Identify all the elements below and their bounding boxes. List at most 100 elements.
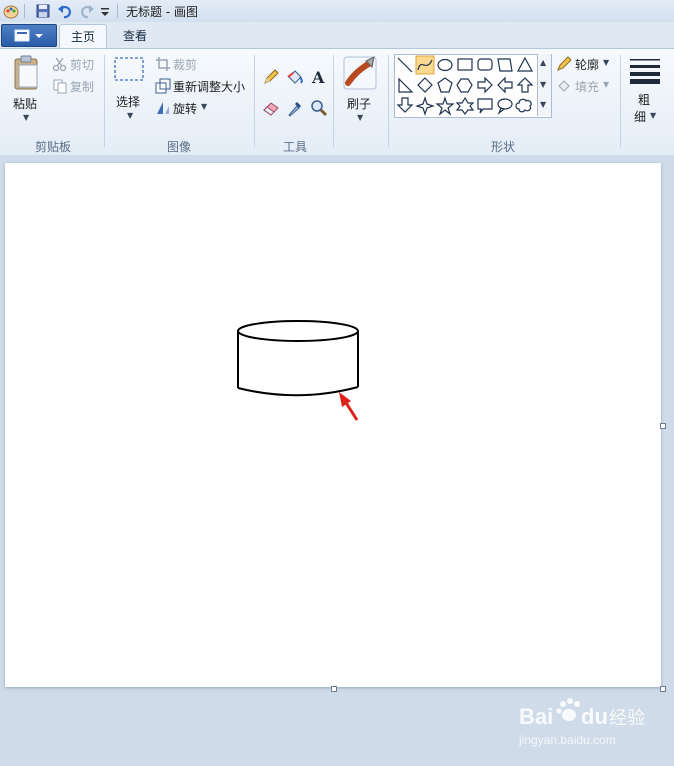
up-arrow-shape-icon[interactable] <box>516 77 534 93</box>
group-separator <box>254 55 255 147</box>
red-annotation-arrow-icon <box>339 392 359 421</box>
tab-view[interactable]: 查看 <box>112 24 158 48</box>
pencil-icon <box>264 69 279 84</box>
diamond-shape-icon[interactable] <box>417 77 433 93</box>
tools-group-label: 工具 <box>282 140 307 154</box>
eraser-icon <box>263 102 279 116</box>
image-group-label: 图像 <box>166 140 191 154</box>
select-label: 选择 <box>116 95 141 109</box>
title-separator <box>117 4 118 18</box>
five-point-star-shape-icon[interactable] <box>435 96 455 116</box>
ribbon-tab-row: 主页 查看 <box>0 22 674 49</box>
right-arrow-shape-icon[interactable] <box>477 76 493 94</box>
polygon-shape-icon[interactable] <box>497 58 513 72</box>
eraser-tool[interactable] <box>260 97 282 119</box>
ribbon: 粘贴 ▼ 剪切 复制 剪贴板 选择 ▼ 裁剪 重新调整大小 旋转 ▼ 图像 A … <box>0 48 674 156</box>
crop-icon <box>156 57 170 71</box>
cloud-callout-shape-icon[interactable] <box>515 98 532 113</box>
size-dropdown-arrow: ▼ <box>650 111 657 120</box>
outline-dropdown-arrow: ▼ <box>603 58 610 67</box>
right-triangle-shape-icon[interactable] <box>398 77 414 93</box>
resize-button[interactable]: 重新调整大小 <box>155 78 250 96</box>
watermark-jingyan-text: 经验 <box>609 708 645 729</box>
watermark-brand-text-2: du <box>581 704 608 729</box>
scroll-up-icon[interactable]: ▲ <box>540 58 546 67</box>
brushes-button[interactable]: 刷子 ▼ <box>340 53 382 129</box>
size-label-line1: 粗 <box>638 93 651 107</box>
hexagon-shape-icon[interactable] <box>456 78 473 93</box>
color-picker-tool[interactable] <box>284 97 306 119</box>
pentagon-shape-icon[interactable] <box>437 77 453 93</box>
canvas-drawing <box>237 320 359 421</box>
shapes-gallery <box>394 54 552 118</box>
triangle-shape-icon[interactable] <box>516 56 534 72</box>
oval-callout-shape-icon[interactable] <box>497 98 513 115</box>
fill-bucket-icon <box>558 80 570 92</box>
size-label-line2: 细 <box>634 110 647 124</box>
pencil-tool[interactable] <box>260 66 282 88</box>
group-separator <box>620 55 621 147</box>
window-title: 无标题 - 画图 <box>126 5 198 19</box>
fill-button[interactable]: 填充 ▼ <box>556 78 614 96</box>
canvas-resize-handle-corner[interactable] <box>660 686 666 692</box>
cylinder-drawing <box>237 320 359 397</box>
fill-tool[interactable] <box>284 66 306 88</box>
magnifier-tool[interactable] <box>308 97 330 119</box>
curve-shape-icon[interactable] <box>415 55 435 75</box>
outline-button[interactable]: 轮廓 ▼ <box>556 56 614 74</box>
fill-label: 填充 <box>575 80 600 94</box>
copy-icon <box>53 79 67 94</box>
copy-label: 复制 <box>70 80 95 94</box>
group-separator <box>388 55 389 147</box>
watermark-url-text: jingyan.baidu.com <box>518 733 616 747</box>
tab-home[interactable]: 主页 <box>59 24 107 49</box>
down-arrow-shape-icon[interactable] <box>396 97 414 113</box>
gallery-expand-icon[interactable]: ▼ <box>540 100 546 109</box>
scroll-down-icon[interactable]: ▼ <box>540 80 546 89</box>
svg-text:A: A <box>311 68 325 87</box>
shapes-gallery-scrollbar[interactable]: ▲ ▼ ▼ <box>537 54 551 116</box>
crop-label: 裁剪 <box>173 58 198 72</box>
four-point-star-shape-icon[interactable] <box>415 96 435 116</box>
redo-icon[interactable] <box>78 2 96 20</box>
clipboard-group-label: 剪贴板 <box>34 140 71 154</box>
resize-label: 重新调整大小 <box>173 80 246 94</box>
canvas-resize-handle-bottom[interactable] <box>331 686 337 692</box>
baidu-jingyan-watermark: Bai du 经验 jingyan.baidu.com <box>517 690 657 750</box>
eyedropper-icon <box>288 102 301 117</box>
copy-button[interactable]: 复制 <box>52 78 98 96</box>
select-dropdown-arrow: ▼ <box>127 111 134 120</box>
title-bar: 无标题 - 画图 <box>0 0 674 23</box>
rect-callout-shape-icon[interactable] <box>477 98 493 114</box>
paint-app-icon[interactable] <box>2 2 20 20</box>
rotate-dropdown-arrow: ▼ <box>201 102 208 111</box>
line-shape-icon[interactable] <box>397 57 413 73</box>
size-button[interactable]: 粗 细 ▼ <box>628 57 666 131</box>
cut-button[interactable]: 剪切 <box>52 56 98 74</box>
six-point-star-shape-icon[interactable] <box>455 96 475 115</box>
line-width-icon <box>630 59 660 84</box>
select-button[interactable]: 选择 ▼ <box>112 55 148 129</box>
rectangle-shape-icon[interactable] <box>457 58 473 71</box>
baidu-paw-icon <box>556 698 580 721</box>
canvas-resize-handle-right[interactable] <box>660 423 666 429</box>
text-tool[interactable]: A <box>308 66 330 88</box>
save-icon[interactable] <box>34 2 52 20</box>
group-separator <box>104 55 105 147</box>
paint-bucket-icon <box>287 70 303 84</box>
magnifier-icon <box>311 100 328 117</box>
oval-shape-icon[interactable] <box>437 58 453 72</box>
undo-icon[interactable] <box>56 2 74 20</box>
crop-button[interactable]: 裁剪 <box>155 56 203 74</box>
application-menu-button[interactable] <box>1 24 57 47</box>
drawing-canvas[interactable] <box>5 163 661 687</box>
text-a-icon: A <box>311 68 325 87</box>
paste-button[interactable]: 粘贴 ▼ <box>8 53 46 129</box>
shapes-group-label: 形状 <box>490 140 515 154</box>
outline-label: 轮廓 <box>575 58 600 72</box>
customize-quick-access-dropdown[interactable] <box>99 2 111 20</box>
left-arrow-shape-icon[interactable] <box>497 76 513 94</box>
rotate-button[interactable]: 旋转 ▼ <box>155 100 215 118</box>
rounded-rectangle-shape-icon[interactable] <box>477 58 493 71</box>
rotate-icon <box>157 102 169 114</box>
